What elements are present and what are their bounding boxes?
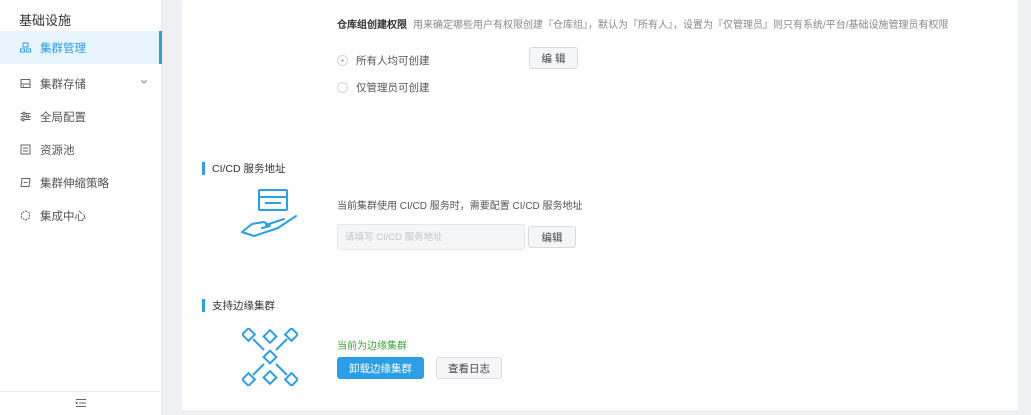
edge-nodes-illustration-icon (242, 328, 298, 386)
integration-icon (19, 210, 31, 222)
sidebar: 基础设施 集群管理 集群存储 全局配置 资源池 集群伸缩策略 集成中心 (0, 0, 162, 415)
sidebar-item-label: 集群存储 (40, 78, 86, 91)
section-title-text: CI/CD 服务地址 (212, 163, 286, 175)
sidebar-item-label: 集成中心 (40, 210, 86, 223)
permission-edit-button[interactable]: 编 辑 (529, 47, 578, 69)
sidebar-item-cluster-management[interactable]: 集群管理 (0, 31, 162, 64)
radio-label: 所有人均可创建 (356, 55, 430, 67)
sliders-icon (19, 111, 31, 123)
radio-button[interactable] (337, 82, 348, 93)
sidebar-item-label: 资源池 (40, 144, 75, 157)
section-title-text: 支持边缘集群 (212, 300, 275, 312)
sidebar-item-label: 集群伸缩策略 (40, 177, 109, 190)
view-logs-button[interactable]: 查看日志 (436, 357, 502, 379)
radio-option-everyone[interactable]: 所有人均可创建 (337, 53, 430, 68)
cicd-description: 当前集群使用 CI/CD 服务时，需要配置 CI/CD 服务地址 (337, 201, 583, 212)
sidebar-item-integration-center[interactable]: 集成中心 (0, 199, 162, 232)
radio-label: 仅管理员可创建 (356, 82, 430, 94)
radio-option-admin-only[interactable]: 仅管理员可创建 (337, 80, 430, 95)
uninstall-edge-cluster-button[interactable]: 卸载边缘集群 (337, 357, 424, 379)
permission-title: 仓库组创建权限 (337, 20, 407, 31)
sidebar-item-label: 全局配置 (40, 111, 86, 124)
main-panel: 仓库组创建权限 用来确定哪些用户有权限创建『仓库组』，默认为『所有人』，设置为『仅… (182, 0, 1018, 410)
chevron-down-icon[interactable] (139, 77, 149, 87)
edge-section-title: 支持边缘集群 (202, 298, 275, 313)
cicd-section-title: CI/CD 服务地址 (202, 161, 286, 176)
pool-icon (19, 144, 31, 156)
card-hand-illustration-icon (241, 189, 297, 237)
sidebar-item-global-config[interactable]: 全局配置 (0, 100, 162, 133)
cicd-address-input[interactable] (337, 224, 525, 250)
sidebar-title: 基础设施 (19, 13, 72, 28)
storage-icon (19, 78, 31, 90)
permission-header: 仓库组创建权限 用来确定哪些用户有权限创建『仓库组』，默认为『所有人』，设置为『仅… (337, 16, 949, 31)
section-accent-bar (202, 162, 205, 175)
sidebar-item-resource-pool[interactable]: 资源池 (0, 133, 162, 166)
section-accent-bar (202, 299, 205, 312)
scale-icon (19, 177, 31, 189)
permission-description: 用来确定哪些用户有权限创建『仓库组』，默认为『所有人』，设置为『仅管理员』则只有… (413, 20, 949, 31)
sidebar-item-label: 集群管理 (40, 42, 86, 55)
cluster-icon (19, 42, 31, 54)
collapse-menu-icon[interactable] (75, 395, 87, 413)
sidebar-collapse-toggle[interactable] (0, 391, 162, 415)
sidebar-item-cluster-storage[interactable]: 集群存储 (0, 67, 162, 100)
radio-button[interactable] (337, 55, 348, 66)
sidebar-item-scaling-policy[interactable]: 集群伸缩策略 (0, 166, 162, 199)
edge-status-text: 当前为边缘集群 (337, 341, 407, 352)
cicd-edit-button[interactable]: 编辑 (528, 226, 576, 248)
